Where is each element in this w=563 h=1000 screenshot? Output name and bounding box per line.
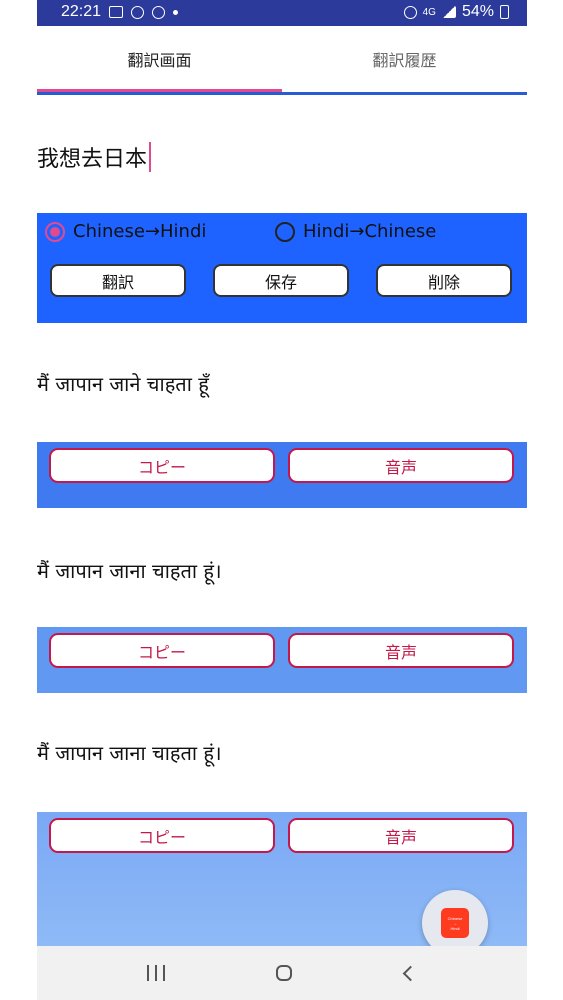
tab-selected-indicator <box>37 89 282 92</box>
radio-label: Hindi→Chinese <box>303 221 437 242</box>
result-2-actions: コピー 音声 <box>37 627 527 693</box>
home-icon[interactable] <box>269 958 299 988</box>
system-navigation-bar <box>37 946 527 1000</box>
mute-icon <box>403 5 417 19</box>
result-1-actions: コピー 音声 <box>37 442 527 508</box>
network-type: 4G <box>422 6 436 18</box>
chrome-icon <box>152 5 166 19</box>
radio-chinese-to-hindi[interactable]: Chinese→Hindi <box>45 221 206 242</box>
source-text-value: 我想去日本 <box>37 147 148 172</box>
tab-translate[interactable]: 翻訳画面 <box>37 26 282 92</box>
translate-control-panel: Chinese→Hindi Hindi→Chinese 翻訳 保存 削除 <box>37 213 527 323</box>
delete-button[interactable]: 削除 <box>376 264 512 297</box>
app-screen: 22:21 4G 54% 翻訳画面 翻訳履歴 我想去日本 Chinese→Hin… <box>37 0 527 1000</box>
save-button[interactable]: 保存 <box>213 264 349 297</box>
voice-button[interactable]: 音声 <box>288 818 514 853</box>
battery-percent: 54% <box>461 3 494 20</box>
signal-icon <box>441 6 456 18</box>
messenger-icon <box>131 5 145 19</box>
tab-history[interactable]: 翻訳履歴 <box>282 26 527 92</box>
text-caret <box>149 142 152 172</box>
battery-icon <box>500 5 509 19</box>
copy-button[interactable]: コピー <box>49 818 275 853</box>
app-logo-icon: Chinese → Hindi <box>441 908 469 938</box>
translation-result-2: मैं जापान जाना चाहता हूं। <box>37 558 222 583</box>
gallery-icon <box>109 6 124 18</box>
status-time: 22:21 <box>61 3 102 20</box>
more-notifications-icon <box>173 9 179 15</box>
recent-apps-icon[interactable] <box>141 958 171 988</box>
translation-result-1: मैं जापान जाने चाहता हूँ <box>37 371 209 396</box>
radio-unselected-icon <box>275 221 295 242</box>
translate-button[interactable]: 翻訳 <box>50 264 186 297</box>
source-text-input[interactable]: 我想去日本 <box>37 140 152 174</box>
tab-bar-underline <box>37 92 527 95</box>
tab-bar: 翻訳画面 翻訳履歴 <box>37 26 527 92</box>
status-bar: 22:21 4G 54% <box>37 0 527 26</box>
radio-selected-icon <box>45 221 65 242</box>
fab-line-3: Hindi <box>450 925 460 931</box>
voice-button[interactable]: 音声 <box>288 633 514 668</box>
copy-button[interactable]: コピー <box>49 633 275 668</box>
copy-button[interactable]: コピー <box>49 448 275 483</box>
radio-label: Chinese→Hindi <box>73 221 207 242</box>
voice-button[interactable]: 音声 <box>288 448 514 483</box>
translation-result-3: मैं जापान जाना चाहता हूं। <box>37 740 222 765</box>
radio-hindi-to-chinese[interactable]: Hindi→Chinese <box>275 221 436 242</box>
back-icon[interactable] <box>395 958 425 988</box>
